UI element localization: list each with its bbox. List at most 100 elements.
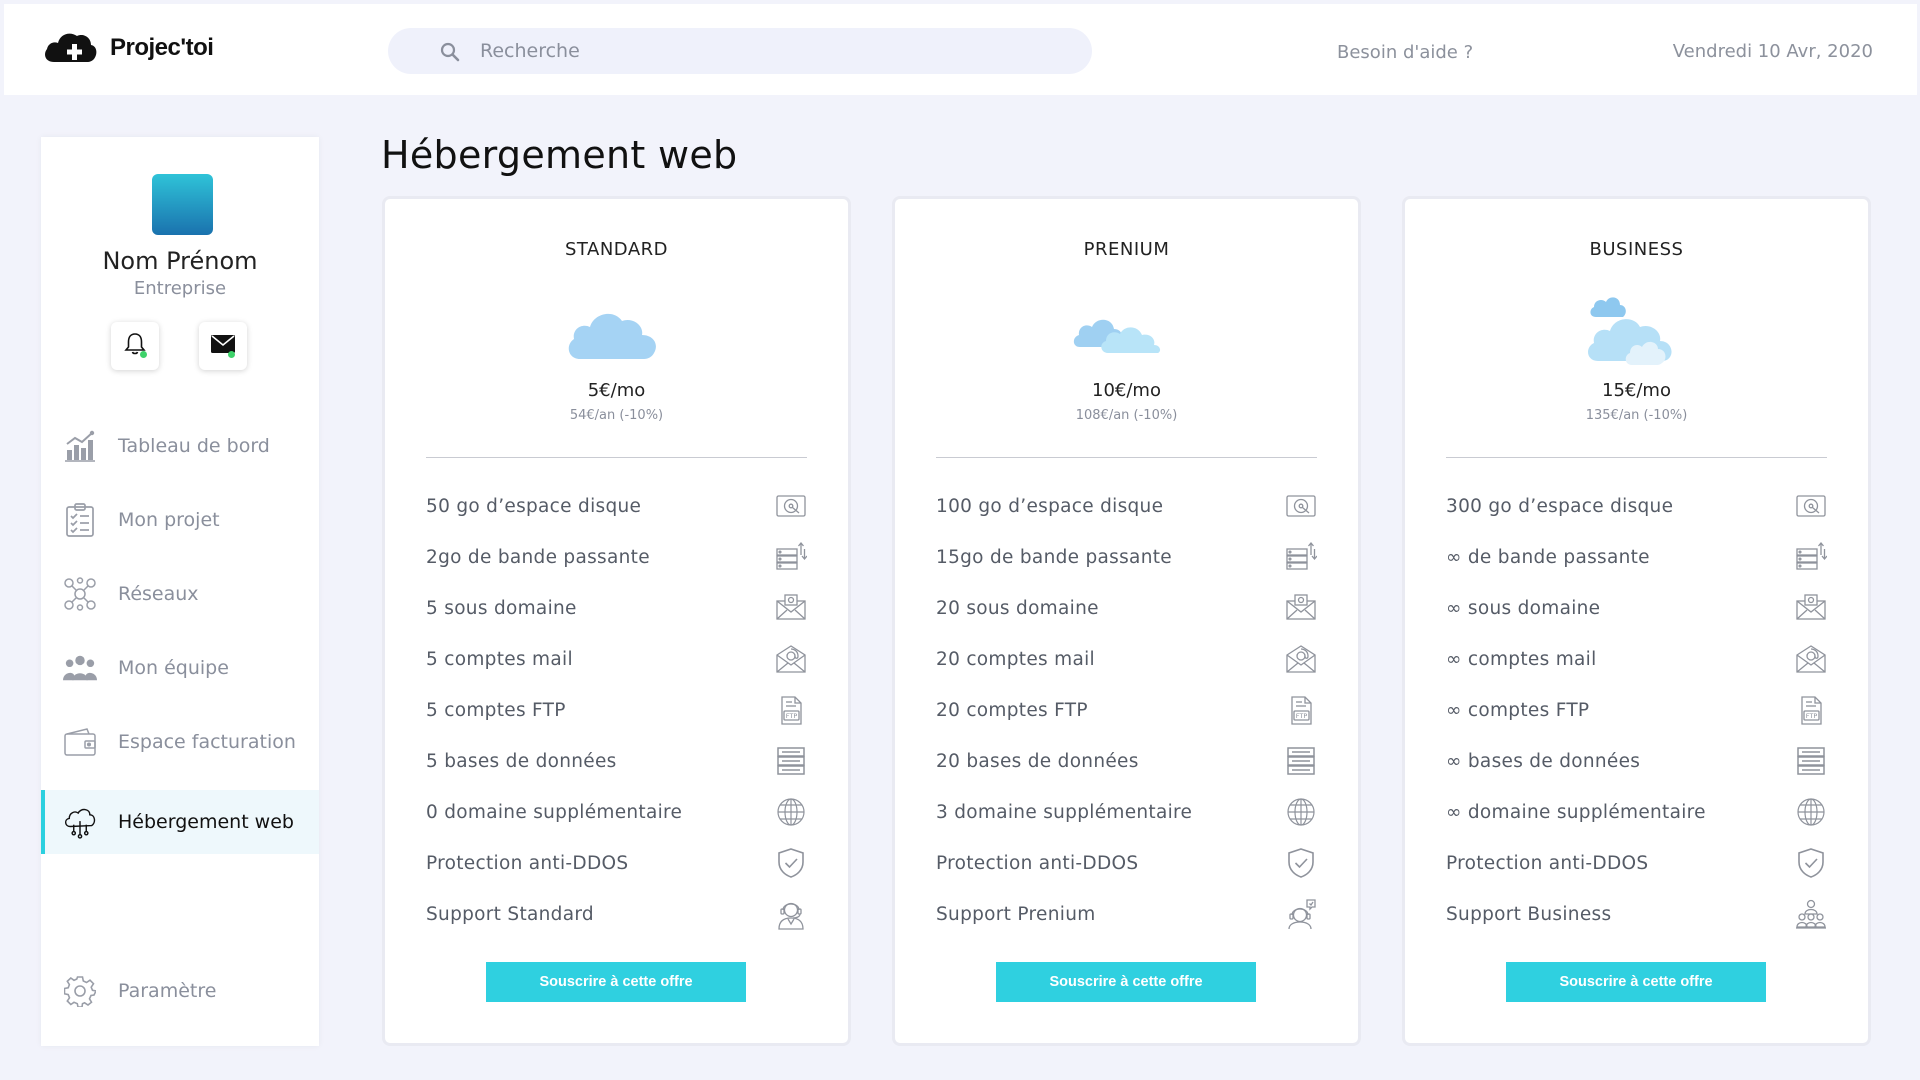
feature-support: Support Standard [426, 896, 807, 932]
team-icon [63, 651, 97, 685]
feature-bandwidth: 2go de bande passante [426, 539, 807, 575]
search-icon [440, 42, 460, 66]
feature-database: 5 bases de données [426, 743, 807, 779]
feature-ddos: Protection anti-DDOS [1446, 845, 1827, 881]
notifications-button[interactable] [111, 322, 159, 370]
plan-price: 5€/mo [587, 380, 646, 401]
plan-card-standard: STANDARD 5€/mo 54€/an (-10%) 50 go d’esp… [382, 196, 851, 1046]
shield-check-icon [1795, 847, 1827, 879]
logo[interactable]: Projec'toi [42, 28, 214, 68]
support-agent-icon [775, 898, 807, 930]
feature-ftp: ∞ comptes FTP [1446, 692, 1827, 728]
hard-disk-icon [1285, 490, 1317, 522]
email-at-icon [775, 643, 807, 675]
sidebar: Nom Prénom Entreprise Tableau de bord Mo… [41, 137, 319, 1046]
plan-price-year: 135€/an (-10%) [1585, 408, 1688, 423]
feature-ddos: Protection anti-DDOS [426, 845, 807, 881]
sidebar-item-tableau-de-bord[interactable]: Tableau de bord [41, 414, 319, 478]
feature-domain: ∞ domaine supplémentaire [1446, 794, 1827, 830]
database-icon [1795, 745, 1827, 777]
clouds-icon [895, 287, 1358, 367]
plan-price-year: 54€/an (-10%) [569, 408, 664, 423]
search-bar[interactable] [388, 28, 1092, 74]
sidebar-item-label: Tableau de bord [118, 435, 270, 457]
globe-icon [1285, 796, 1317, 828]
avatar[interactable] [152, 174, 213, 235]
feature-mail: ∞ comptes mail [1446, 641, 1827, 677]
support-premium-icon [1285, 898, 1317, 930]
feature-subdomain: 5 sous domaine [426, 590, 807, 626]
subscribe-button[interactable]: Souscrire à cette offre [486, 962, 746, 1002]
sidebar-item-parametre[interactable]: Paramètre [41, 959, 319, 1023]
search-input[interactable] [480, 40, 1080, 62]
feature-subdomain: 20 sous domaine [936, 590, 1317, 626]
cloud-plus-logo-icon [42, 28, 98, 68]
email-at-icon [1795, 643, 1827, 675]
cloud-icon [385, 287, 848, 367]
shield-check-icon [775, 847, 807, 879]
envelope-open-icon [775, 592, 807, 624]
sidebar-item-label: Paramètre [118, 980, 217, 1002]
feature-subdomain: ∞ sous domaine [1446, 590, 1827, 626]
shield-check-icon [1285, 847, 1317, 879]
message-dot [228, 351, 235, 358]
page-title: Hébergement web [381, 133, 738, 177]
network-icon [63, 577, 97, 611]
help-link[interactable]: Besoin d'aide ? [1337, 42, 1473, 63]
ftp-file-icon [1795, 694, 1827, 726]
feature-database: ∞ bases de données [1446, 743, 1827, 779]
feature-mail: 20 comptes mail [936, 641, 1317, 677]
plan-name: PRENIUM [1083, 239, 1170, 260]
feature-bandwidth: ∞ de bande passante [1446, 539, 1827, 575]
feature-ftp: 5 comptes FTP [426, 692, 807, 728]
top-header: Projec'toi Besoin d'aide ? Vendredi 10 A… [4, 4, 1917, 95]
ftp-file-icon [1285, 694, 1317, 726]
user-company: Entreprise [133, 278, 227, 299]
envelope-open-icon [1285, 592, 1317, 624]
server-transfer-icon [1795, 541, 1827, 573]
subscribe-button[interactable]: Souscrire à cette offre [996, 962, 1256, 1002]
current-date: Vendredi 10 Avr, 2020 [1672, 41, 1873, 62]
globe-icon [1795, 796, 1827, 828]
sidebar-item-hebergement-web[interactable]: Hébergement web [41, 790, 319, 854]
plan-price: 15€/mo [1602, 380, 1671, 401]
divider [426, 457, 807, 458]
plan-name: BUSINESS [1589, 239, 1684, 260]
sidebar-item-mon-projet[interactable]: Mon projet [41, 488, 319, 552]
user-name: Nom Prénom [102, 247, 258, 275]
clouds-icon [1405, 287, 1868, 367]
feature-support: Support Prenium [936, 896, 1317, 932]
plan-price-year: 108€/an (-10%) [1075, 408, 1178, 423]
plan-name: STANDARD [564, 239, 669, 260]
gear-icon [63, 974, 97, 1008]
email-at-icon [1285, 643, 1317, 675]
plan-card-prenium: PRENIUM 10€/mo 108€/an (-10%) 100 go d’e… [892, 196, 1361, 1046]
messages-button[interactable] [199, 322, 247, 370]
divider [936, 457, 1317, 458]
ftp-file-icon [775, 694, 807, 726]
feature-support: Support Business [1446, 896, 1827, 932]
sidebar-item-mon-equipe[interactable]: Mon équipe [41, 636, 319, 700]
cloud-hosting-icon [63, 805, 97, 839]
wallet-icon [63, 725, 97, 759]
subscribe-button[interactable]: Souscrire à cette offre [1506, 962, 1766, 1002]
server-transfer-icon [1285, 541, 1317, 573]
hard-disk-icon [775, 490, 807, 522]
feature-disk: 50 go d’espace disque [426, 488, 807, 524]
brand-name: Projec'toi [110, 34, 214, 61]
support-team-icon [1795, 898, 1827, 930]
notification-dot [140, 351, 147, 358]
sidebar-item-espace-facturation[interactable]: Espace facturation [41, 710, 319, 774]
globe-icon [775, 796, 807, 828]
feature-database: 20 bases de données [936, 743, 1317, 779]
feature-ftp: 20 comptes FTP [936, 692, 1317, 728]
hard-disk-icon [1795, 490, 1827, 522]
server-transfer-icon [775, 541, 807, 573]
sidebar-item-label: Réseaux [118, 583, 199, 605]
feature-disk: 300 go d’espace disque [1446, 488, 1827, 524]
chart-icon [63, 429, 97, 463]
feature-disk: 100 go d’espace disque [936, 488, 1317, 524]
sidebar-item-label: Mon équipe [118, 657, 229, 679]
sidebar-item-reseaux[interactable]: Réseaux [41, 562, 319, 626]
feature-ddos: Protection anti-DDOS [936, 845, 1317, 881]
